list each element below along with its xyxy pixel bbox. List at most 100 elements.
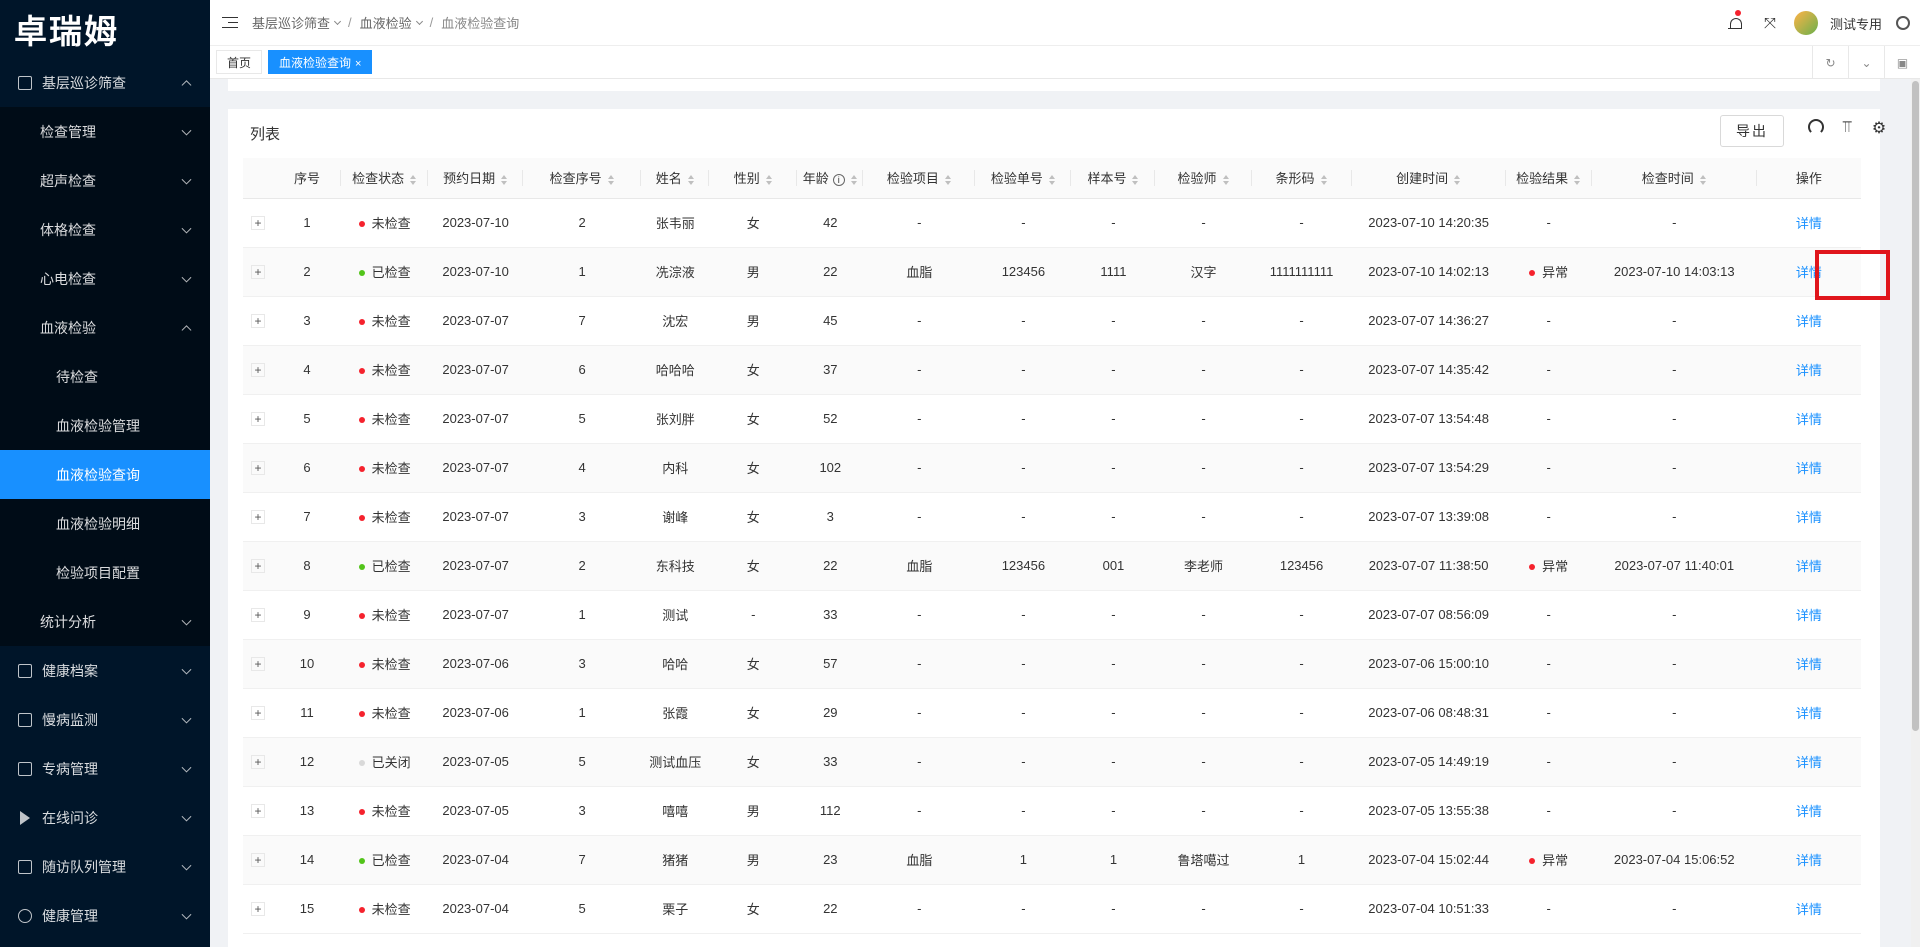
detail-link[interactable]: 详情 bbox=[1796, 412, 1822, 427]
sidebar-item-11[interactable]: 统计分析 bbox=[0, 597, 210, 646]
sidebar-item-16[interactable]: 随访队列管理 bbox=[0, 842, 210, 891]
sidebar-item-13[interactable]: 慢病监测 bbox=[0, 695, 210, 744]
sidebar-item-1[interactable]: 检查管理 bbox=[0, 107, 210, 156]
expand-row-icon[interactable]: + bbox=[251, 657, 265, 671]
expand-row-icon[interactable]: + bbox=[251, 804, 265, 818]
breadcrumb-item-blood-test[interactable]: 血液检验 bbox=[360, 13, 412, 32]
vertical-scrollbar[interactable] bbox=[1911, 79, 1920, 947]
sort-icon[interactable] bbox=[410, 174, 417, 185]
detail-link[interactable]: 详情 bbox=[1796, 363, 1822, 378]
column-height-icon[interactable]: ⫪ bbox=[1838, 119, 1856, 137]
avatar[interactable] bbox=[1793, 11, 1818, 35]
sort-icon[interactable] bbox=[687, 174, 695, 185]
sort-icon[interactable] bbox=[1454, 174, 1461, 185]
sort-icon[interactable] bbox=[765, 174, 773, 185]
column-header-4[interactable]: 检查序号 bbox=[523, 158, 642, 199]
column-header-16: 操作 bbox=[1756, 158, 1861, 199]
expand-row-icon[interactable]: + bbox=[251, 412, 265, 426]
sort-icon[interactable] bbox=[1048, 174, 1056, 185]
sidebar-item-0[interactable]: 基层巡诊筛查 bbox=[0, 58, 210, 107]
sidebar-item-17[interactable]: 健康管理 bbox=[0, 891, 210, 940]
detail-link[interactable]: 详情 bbox=[1796, 314, 1822, 329]
column-header-3[interactable]: 预约日期 bbox=[428, 158, 524, 199]
expand-row-icon[interactable]: + bbox=[251, 755, 265, 769]
sort-icon[interactable] bbox=[1574, 174, 1581, 185]
chevron-down-icon[interactable]: ⌄ bbox=[1848, 46, 1884, 79]
detail-link[interactable]: 详情 bbox=[1796, 510, 1822, 525]
column-header-15[interactable]: 检查时间 bbox=[1591, 158, 1757, 199]
sort-icon[interactable] bbox=[1132, 174, 1139, 185]
settings-gear-icon[interactable]: ⚙ bbox=[1870, 119, 1888, 137]
sidebar-item-4[interactable]: 心电检查 bbox=[0, 254, 210, 303]
detail-link[interactable]: 详情 bbox=[1796, 853, 1822, 868]
sort-icon[interactable] bbox=[607, 174, 615, 185]
detail-link[interactable]: 详情 bbox=[1796, 608, 1822, 623]
detail-link[interactable]: 详情 bbox=[1796, 461, 1822, 476]
sort-icon[interactable] bbox=[1320, 174, 1328, 185]
sidebar-item-15[interactable]: 在线问诊 bbox=[0, 793, 210, 842]
refresh-tab-icon[interactable]: ↻ bbox=[1812, 46, 1848, 79]
sidebar-item-3[interactable]: 体格检查 bbox=[0, 205, 210, 254]
settings-gear-icon[interactable] bbox=[1896, 16, 1910, 30]
cell-value: - bbox=[1672, 411, 1677, 426]
sidebar-item-12[interactable]: 健康档案 bbox=[0, 646, 210, 695]
menu-fold-icon[interactable] bbox=[222, 16, 238, 29]
expand-row-icon[interactable]: + bbox=[251, 608, 265, 622]
expand-row-icon[interactable]: + bbox=[251, 510, 265, 524]
sort-icon[interactable] bbox=[501, 174, 508, 185]
expand-row-icon[interactable]: + bbox=[251, 461, 265, 475]
column-header-12[interactable]: 条形码 bbox=[1251, 158, 1352, 199]
expand-row-icon[interactable]: + bbox=[251, 853, 265, 867]
sidebar-item-2[interactable]: 超声检查 bbox=[0, 156, 210, 205]
sidebar-item-8[interactable]: 血液检验查询 bbox=[0, 450, 210, 499]
sidebar-item-7[interactable]: 血液检验管理 bbox=[0, 401, 210, 450]
expand-row-icon[interactable]: + bbox=[251, 265, 265, 279]
column-header-2[interactable]: 检查状态 bbox=[341, 158, 429, 199]
expand-row-icon[interactable]: + bbox=[251, 363, 265, 377]
sort-icon[interactable] bbox=[944, 174, 952, 185]
refresh-icon[interactable] bbox=[1808, 119, 1824, 135]
sidebar-item-9[interactable]: 血液检验明细 bbox=[0, 499, 210, 548]
expand-row-icon[interactable]: + bbox=[251, 216, 265, 230]
status-dot bbox=[358, 367, 365, 374]
scrollbar-thumb[interactable] bbox=[1912, 81, 1919, 731]
sidebar-item-5[interactable]: 血液检验 bbox=[0, 303, 210, 352]
expand-row-icon[interactable]: + bbox=[251, 902, 265, 916]
column-header-13[interactable]: 创建时间 bbox=[1351, 158, 1506, 199]
fullscreen-icon[interactable]: ⤧ bbox=[1764, 15, 1776, 32]
detail-link[interactable]: 详情 bbox=[1796, 559, 1822, 574]
info-icon[interactable]: i bbox=[832, 173, 845, 186]
tab-home[interactable]: 首页 bbox=[216, 50, 263, 74]
maximize-icon[interactable]: ▣ bbox=[1884, 46, 1920, 79]
tab-close-icon[interactable]: × bbox=[355, 58, 361, 70]
notification-bell-icon[interactable] bbox=[1727, 9, 1742, 31]
tab-blood-test-query[interactable]: 血液检验查询 × bbox=[268, 50, 373, 74]
sidebar-item-14[interactable]: 专病管理 bbox=[0, 744, 210, 793]
sort-icon[interactable] bbox=[850, 174, 858, 185]
detail-link[interactable]: 详情 bbox=[1796, 755, 1822, 770]
expand-row-icon[interactable]: + bbox=[251, 706, 265, 720]
column-header-7[interactable]: 年龄 i bbox=[797, 158, 864, 199]
detail-link[interactable]: 详情 bbox=[1796, 804, 1822, 819]
blood-test-table: 序号 检查状态 预约日期 检查序号 姓名 性别 年龄 i 检验项目 检验单号 样本号 检验师 条形码 创建… bbox=[243, 158, 1861, 934]
column-header-14[interactable]: 检验结果 bbox=[1505, 158, 1592, 199]
column-header-5[interactable]: 姓名 bbox=[641, 158, 710, 199]
detail-link[interactable]: 详情 bbox=[1796, 706, 1822, 721]
detail-link[interactable]: 详情 bbox=[1796, 657, 1822, 672]
sidebar-item-6[interactable]: 待检查 bbox=[0, 352, 210, 401]
detail-link[interactable]: 详情 bbox=[1796, 902, 1822, 917]
column-header-11[interactable]: 检验师 bbox=[1155, 158, 1252, 199]
sort-icon[interactable] bbox=[1699, 174, 1707, 185]
detail-link[interactable]: 详情 bbox=[1796, 216, 1822, 231]
column-header-8[interactable]: 检验项目 bbox=[863, 158, 976, 199]
export-button[interactable]: 导出 bbox=[1720, 115, 1784, 147]
sidebar-item-10[interactable]: 检验项目配置 bbox=[0, 548, 210, 597]
expand-row-icon[interactable]: + bbox=[251, 559, 265, 573]
username[interactable]: 测试专用 bbox=[1830, 14, 1882, 33]
column-header-6[interactable]: 性别 bbox=[709, 158, 798, 199]
column-header-9[interactable]: 检验单号 bbox=[975, 158, 1072, 199]
column-header-10[interactable]: 样本号 bbox=[1071, 158, 1156, 199]
breadcrumb-item-screening[interactable]: 基层巡诊筛查 bbox=[252, 13, 330, 32]
expand-row-icon[interactable]: + bbox=[251, 314, 265, 328]
sort-icon[interactable] bbox=[1222, 174, 1230, 185]
